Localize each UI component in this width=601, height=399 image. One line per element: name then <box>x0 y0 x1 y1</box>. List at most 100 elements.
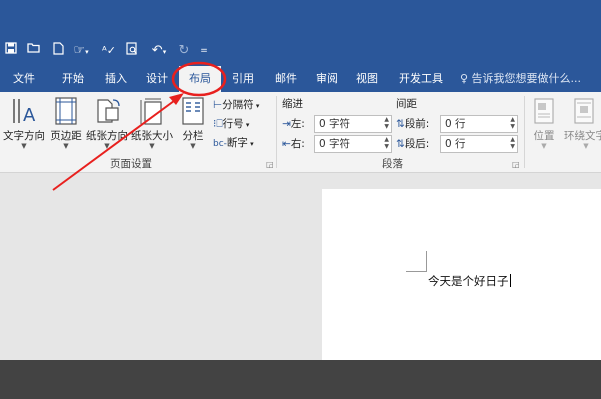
chevron-down-icon: ▼ <box>190 142 196 150</box>
wrap-text-button[interactable]: 环绕文字 ▼ <box>562 94 601 152</box>
paragraph-launcher-icon[interactable]: ◲ <box>512 160 520 169</box>
indent-right-input[interactable]: 0 字符 ▲ ▼ <box>314 135 392 153</box>
print-preview-icon[interactable] <box>124 42 140 60</box>
document-body-text[interactable]: 今天是个好日子 <box>428 273 511 289</box>
chevron-down-icon: ▼ <box>541 142 547 150</box>
touch-mode-icon[interactable]: ☞▾ <box>70 42 92 60</box>
quick-access-toolbar: ☞▾ ᴬ✓ ↶▾ ↻ = <box>0 38 601 64</box>
text-direction-button[interactable]: A 文字方向 ▼ <box>2 94 46 152</box>
redo-icon[interactable]: ↻ <box>176 42 192 60</box>
document-text: 今天是个好日子 <box>428 274 509 288</box>
chevron-down-icon: ▼ <box>63 142 69 150</box>
spin-arrows-icon[interactable]: ▲ ▼ <box>384 116 389 130</box>
tab-file[interactable]: 文件 <box>2 66 46 92</box>
tab-home[interactable]: 开始 <box>52 66 94 92</box>
indent-left-icon: ⇥ <box>282 118 291 130</box>
line-numbers-icon: ⁝⎕ <box>213 118 223 130</box>
margins-label: 页边距 <box>50 130 82 142</box>
text-direction-label: 文字方向 <box>3 130 45 142</box>
paper-size-icon <box>140 98 162 125</box>
chevron-down-icon: ▼ <box>583 142 589 150</box>
text-caret <box>509 274 511 287</box>
position-label: 位置 <box>533 130 555 142</box>
tab-insert[interactable]: 插入 <box>97 66 135 92</box>
hyphenation-button[interactable]: bc-断字 ▾ <box>213 135 254 150</box>
spin-arrows-icon[interactable]: ▲ ▼ <box>510 136 515 150</box>
undo-icon[interactable]: ↶▾ <box>148 42 170 60</box>
spacing-before-icon: ⇅ <box>396 118 405 130</box>
size-button[interactable]: 纸张大小 ▼ <box>130 94 174 152</box>
indent-right-value: 0 字符 <box>319 138 351 150</box>
chevron-down-icon: ▾ <box>247 140 254 148</box>
spelling-icon[interactable]: ᴬ✓ <box>101 42 117 60</box>
customize-icon[interactable]: = <box>198 42 210 60</box>
indent-right-text: 右: <box>290 138 305 150</box>
word-window: ☞▾ ᴬ✓ ↶▾ ↻ = 文件 开始 插入 设计 布局 引用 邮件 审阅 视图 … <box>0 0 601 360</box>
position-button[interactable]: 位置 ▼ <box>528 94 560 152</box>
group-divider <box>276 96 277 168</box>
background-bottom <box>0 360 601 399</box>
page-setup-group-label: 页面设置 <box>110 158 152 170</box>
wrap-text-label: 环绕文字 <box>564 130 601 142</box>
margins-icon <box>55 97 77 125</box>
text-direction-icon: A <box>13 99 36 126</box>
tab-view[interactable]: 视图 <box>348 66 386 92</box>
spacing-header: 间距 <box>396 98 417 110</box>
document-page[interactable]: 今天是个好日子 <box>322 189 601 360</box>
wrap-text-icon <box>574 98 594 124</box>
size-label: 纸张大小 <box>131 130 173 142</box>
indent-left-input[interactable]: 0 字符 ▲ ▼ <box>314 115 392 133</box>
chevron-down-icon: ▾ <box>243 121 250 129</box>
indent-left-label: ⇥左: <box>282 116 305 131</box>
paragraph-group-label: 段落 <box>382 158 403 170</box>
spacing-after-text: 段后: <box>404 138 430 150</box>
columns-label: 分栏 <box>182 130 204 142</box>
columns-icon <box>182 97 204 125</box>
orientation-label: 纸张方向 <box>86 130 128 142</box>
line-numbers-button[interactable]: ⁝⎕行号 ▾ <box>213 116 249 131</box>
position-icon <box>534 98 554 124</box>
line-numbers-label: 行号 <box>222 118 244 130</box>
tab-layout[interactable]: 布局 <box>179 66 221 93</box>
ribbon-tabs: 文件 开始 插入 设计 布局 引用 邮件 审阅 视图 开发工具 ♀ 告诉我您想要… <box>0 66 601 93</box>
indent-header: 缩进 <box>282 98 303 110</box>
spacing-after-label: ⇅段后: <box>396 136 429 151</box>
indent-left-value: 0 字符 <box>319 118 351 130</box>
tab-mailings[interactable]: 邮件 <box>266 66 306 92</box>
indent-right-icon: ⇤ <box>282 138 291 150</box>
tab-references[interactable]: 引用 <box>223 66 263 92</box>
margin-corner-mark <box>406 251 427 272</box>
tab-review[interactable]: 审阅 <box>308 66 346 92</box>
tab-design[interactable]: 设计 <box>138 66 176 92</box>
document-canvas: 今天是个好日子 <box>0 173 601 360</box>
breaks-icon: ⊢ <box>213 99 223 111</box>
spacing-before-input[interactable]: 0 行 ▲ ▼ <box>440 115 518 133</box>
tell-me-box[interactable]: ♀ 告诉我您想要做什么... <box>460 66 581 92</box>
spin-arrows-icon[interactable]: ▲ ▼ <box>510 116 515 130</box>
spacing-before-value: 0 行 <box>445 118 466 130</box>
spacing-after-input[interactable]: 0 行 ▲ ▼ <box>440 135 518 153</box>
page-setup-launcher-icon[interactable]: ◲ <box>266 160 274 169</box>
ribbon-layout: A 文字方向 ▼ 页边距 ▼ 纸张方向 ▼ 纸张大小 ▼ 分栏 ▼ ⊢分隔符 ▾… <box>0 92 601 173</box>
chevron-down-icon: ▾ <box>253 102 260 110</box>
chevron-down-icon: ▼ <box>149 142 155 150</box>
svg-text:A: A <box>23 105 36 126</box>
save-icon[interactable] <box>4 42 18 60</box>
spin-arrows-icon[interactable]: ▲ ▼ <box>384 136 389 150</box>
tab-developer[interactable]: 开发工具 <box>390 66 452 92</box>
columns-button[interactable]: 分栏 ▼ <box>178 94 208 152</box>
breaks-label: 分隔符 <box>222 99 254 111</box>
hyphenation-label: 断字 <box>226 137 248 149</box>
breaks-button[interactable]: ⊢分隔符 ▾ <box>213 97 259 112</box>
hyphenation-icon: bc- <box>213 139 227 149</box>
margins-button[interactable]: 页边距 ▼ <box>48 94 84 152</box>
open-icon[interactable] <box>26 42 42 60</box>
indent-left-text: 左: <box>290 118 305 130</box>
spacing-after-value: 0 行 <box>445 138 466 150</box>
spacing-before-label: ⇅段前: <box>396 116 429 131</box>
chevron-down-icon: ▼ <box>21 142 27 150</box>
orientation-icon <box>97 99 120 123</box>
chevron-down-icon: ▼ <box>104 142 110 150</box>
orientation-button[interactable]: 纸张方向 ▼ <box>86 94 128 152</box>
new-doc-icon[interactable] <box>51 42 65 60</box>
